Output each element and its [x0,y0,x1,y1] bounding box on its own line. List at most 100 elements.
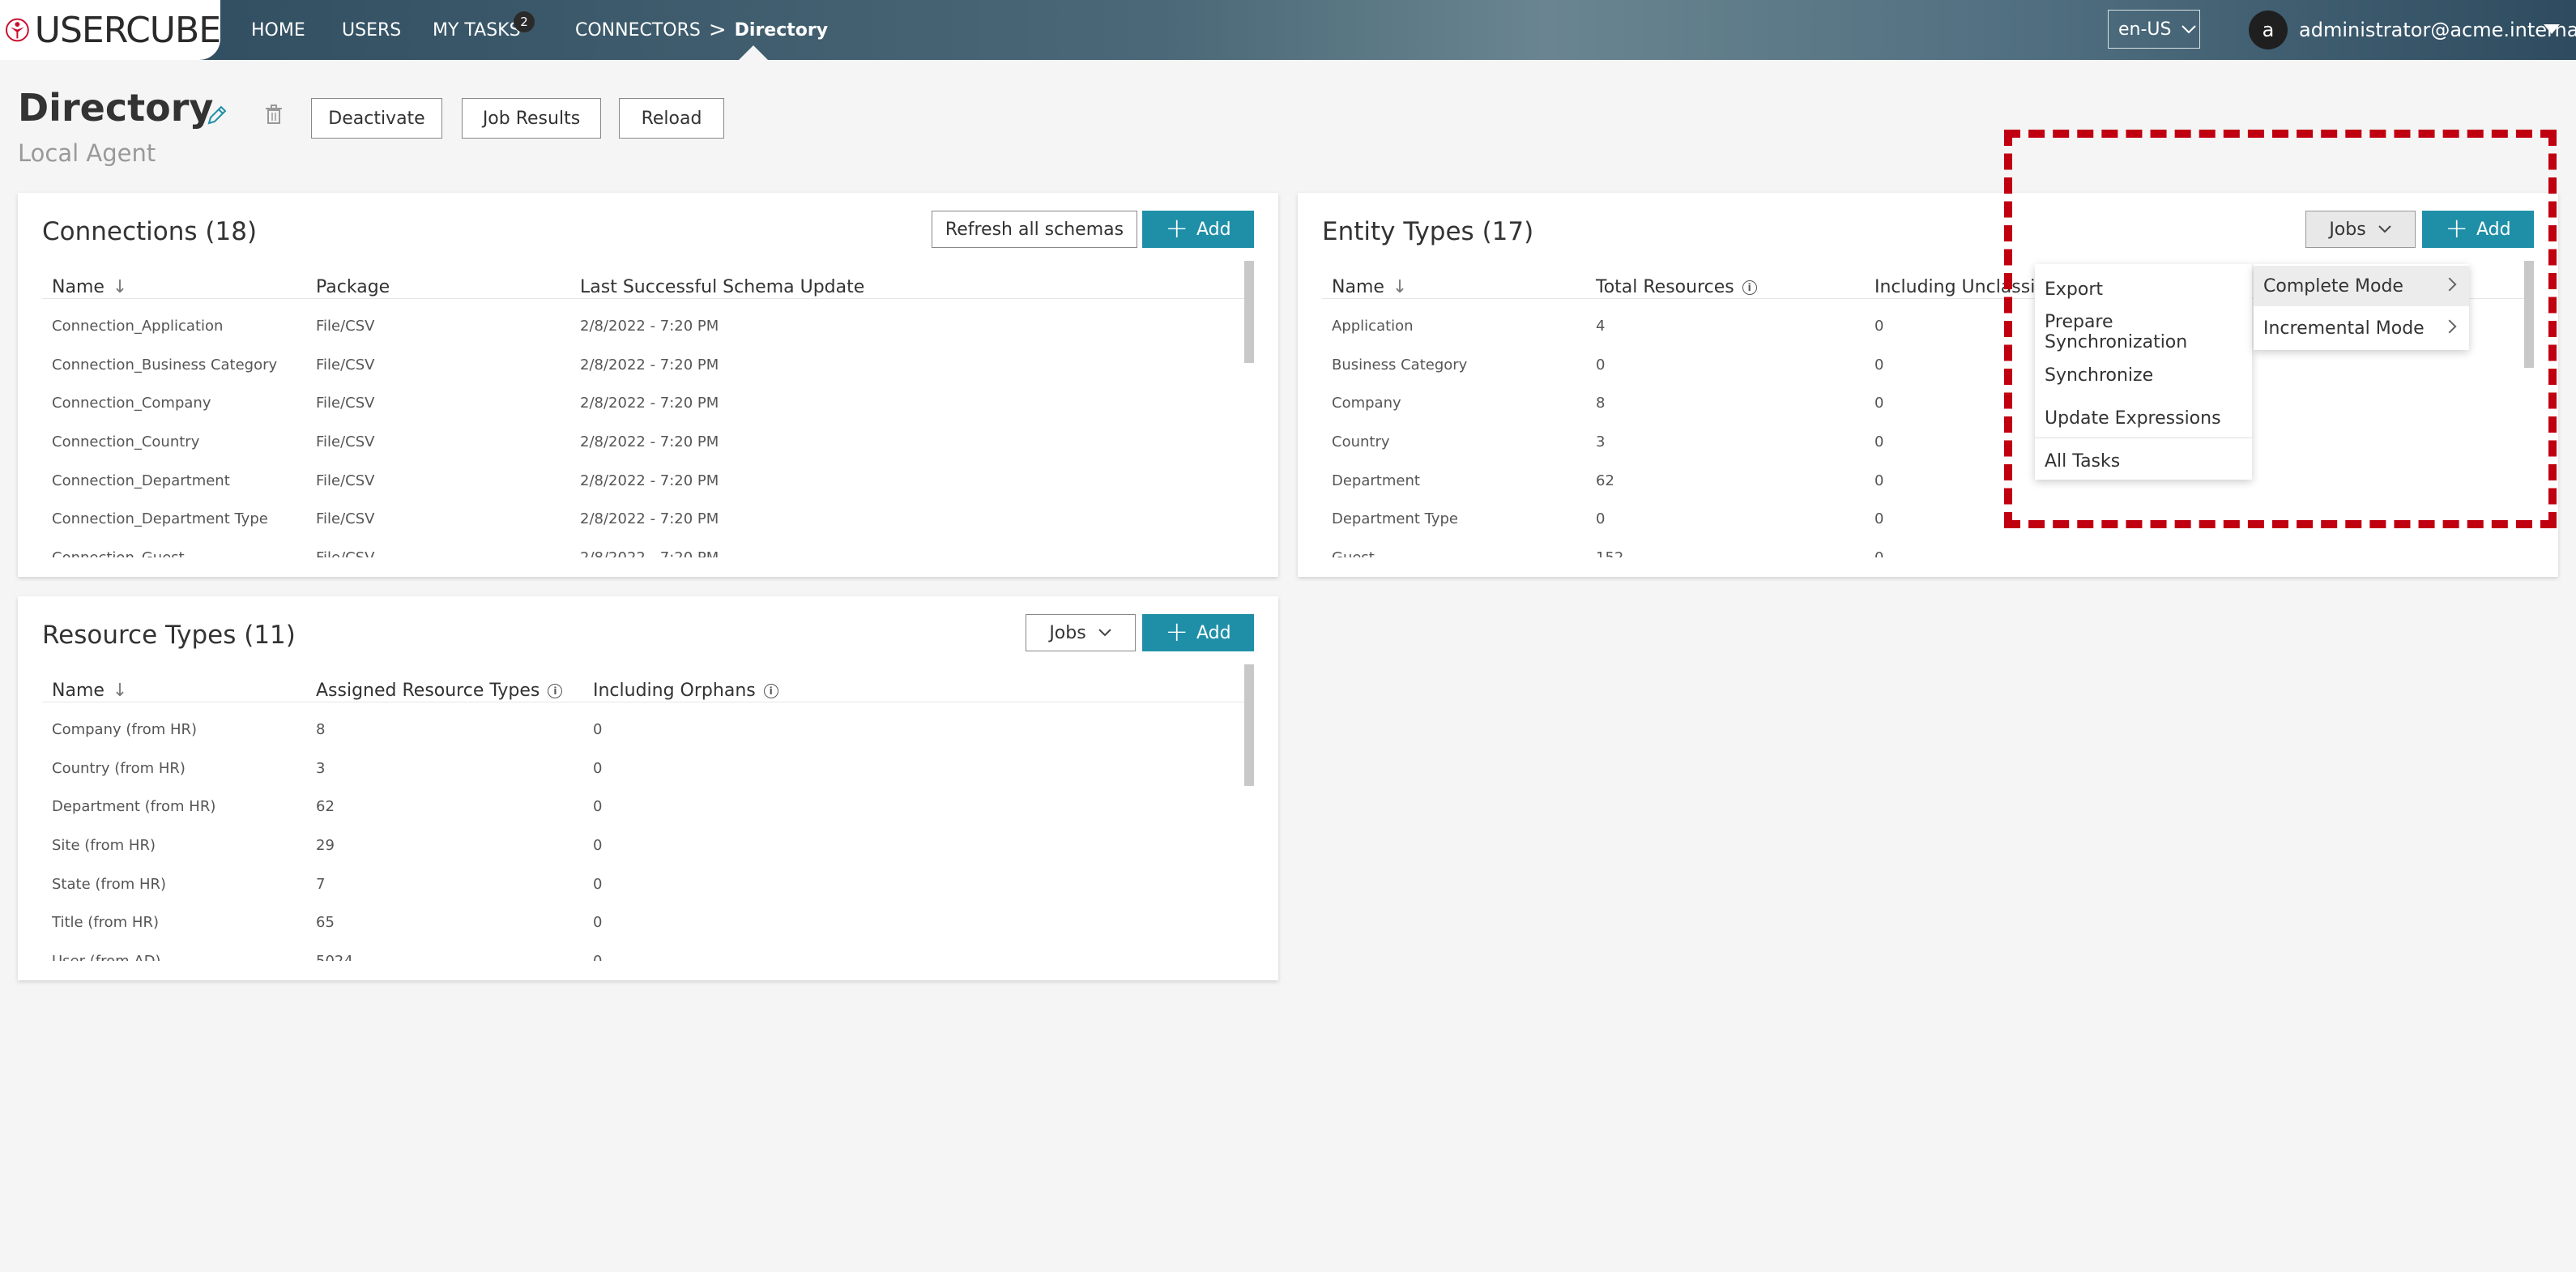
add-connection-button[interactable]: + Add [1142,211,1254,248]
table-cell: 8 [1596,395,1606,412]
table-cell: File/CSV [316,395,375,412]
info-icon[interactable]: i [1742,280,1757,295]
reload-button[interactable]: Reload [619,98,724,139]
top-navigation-bar: USERCUBE HOME USERS MY TASKS 2 CONNECTOR… [0,0,2576,60]
table-cell: File/CSV [316,510,375,527]
connections-list: Connection_Application File/CSV 2/8/2022… [18,300,1233,557]
avatar[interactable]: a [2249,11,2288,49]
breadcrumb-separator: > [708,18,727,42]
plus-icon: + [1165,211,1188,245]
table-row[interactable]: Connection_Business Category [52,356,277,373]
nav-current-directory[interactable]: Directory [735,20,828,41]
breadcrumb: CONNECTORS > Directory [575,0,828,60]
table-row[interactable]: Department (from HR) [52,798,215,815]
language-value: en-US [2118,19,2172,40]
add-resource-type-button[interactable]: + Add [1142,614,1254,651]
table-cell: 2/8/2022 - 7:20 PM [580,433,719,450]
active-nav-indicator [739,45,768,60]
deactivate-button[interactable]: Deactivate [311,98,442,139]
table-row[interactable]: Department [1332,472,1420,489]
info-icon[interactable]: i [763,683,778,698]
column-header-total-resources[interactable]: Total Resources i [1596,277,1757,297]
usercube-logo[interactable]: USERCUBE [0,0,221,60]
table-row[interactable]: Connection_Application [52,318,223,335]
refresh-all-schemas-button[interactable]: Refresh all schemas [932,211,1137,248]
table-cell: File/CSV [316,549,375,557]
user-menu-caret-icon[interactable] [2544,24,2560,34]
column-header-name[interactable]: Name ↓ [52,681,127,701]
resource-types-scrollbar[interactable] [1244,664,1254,786]
connections-card: Connections (18) Refresh all schemas + A… [18,193,1278,577]
my-tasks-badge: 2 [514,11,535,32]
table-cell: 2/8/2022 - 7:20 PM [580,510,719,527]
logo-text: USERCUBE [34,9,221,51]
table-row[interactable]: Guest [1332,549,1375,557]
table-row[interactable]: Connection_Department [52,472,230,489]
table-cell: 2/8/2022 - 7:20 PM [580,318,719,335]
jobs-label: Jobs [1049,622,1086,643]
table-row[interactable]: Title (from HR) [52,914,159,931]
column-header-package[interactable]: Package [316,277,390,297]
table-cell: 0 [1596,356,1606,373]
table-row[interactable]: Connection_Guest [52,549,185,557]
column-header-including-orphans[interactable]: Including Orphans i [593,681,778,701]
job-results-button[interactable]: Job Results [462,98,601,139]
table-row[interactable]: Connection_Department Type [52,510,268,527]
column-header-name[interactable]: Name ↓ [1332,277,1407,297]
pencil-icon[interactable] [204,102,230,128]
table-cell: 29 [316,837,335,854]
table-cell: File/CSV [316,433,375,450]
table-row[interactable]: Department Type [1332,510,1458,527]
table-cell: 4 [1596,318,1606,335]
table-cell: 0 [593,798,603,815]
table-row[interactable]: Company [1332,395,1401,412]
column-header-name[interactable]: Name ↓ [52,277,127,297]
table-cell: 2/8/2022 - 7:20 PM [580,356,719,373]
resource-types-title: Resource Types (11) [42,621,296,650]
table-row[interactable]: State (from HR) [52,876,166,893]
sort-down-icon: ↓ [112,681,128,701]
table-cell: 0 [1596,510,1606,527]
info-icon[interactable]: i [548,683,563,698]
table-cell: 8 [316,721,326,738]
table-row[interactable]: User (from AD) [52,953,161,961]
chevron-down-icon [1098,629,1111,637]
highlight-annotation [2004,130,2557,528]
table-cell: 0 [593,837,603,854]
add-label: Add [1196,622,1231,643]
add-label: Add [1196,219,1231,240]
language-select[interactable]: en-US [2108,10,2200,49]
user-email[interactable]: administrator@acme.internal [2299,0,2576,60]
trash-icon[interactable] [261,102,287,128]
table-row[interactable]: Connection_Country [52,433,199,450]
table-cell: 2/8/2022 - 7:20 PM [580,472,719,489]
table-cell: 0 [1874,433,1884,450]
table-cell: 0 [1874,395,1884,412]
table-cell: 0 [1874,318,1884,335]
table-cell: 3 [316,760,326,777]
nav-my-tasks[interactable]: MY TASKS [433,0,521,60]
nav-home[interactable]: HOME [251,0,305,60]
chevron-down-icon [2181,25,2197,34]
table-cell: 3 [1596,433,1606,450]
table-cell: 65 [316,914,335,931]
table-cell: 62 [316,798,335,815]
table-row[interactable]: Connection_Company [52,395,211,412]
table-cell: 0 [1874,472,1884,489]
connections-scrollbar[interactable] [1244,261,1254,363]
table-cell: 0 [593,721,603,738]
plus-icon: + [1165,615,1188,648]
table-row[interactable]: Application [1332,318,1414,335]
table-row[interactable]: Country [1332,433,1390,450]
entity-types-title: Entity Types (17) [1322,217,1534,246]
table-row[interactable]: Site (from HR) [52,837,156,854]
column-header-last-schema-update[interactable]: Last Successful Schema Update [580,277,864,297]
column-header-assigned-resource-types[interactable]: Assigned Resource Types i [316,681,563,701]
table-cell: File/CSV [316,356,375,373]
table-row[interactable]: Business Category [1332,356,1467,373]
table-row[interactable]: Country (from HR) [52,760,186,777]
table-row[interactable]: Company (from HR) [52,721,197,738]
nav-users[interactable]: USERS [342,0,401,60]
resource-types-jobs-button[interactable]: Jobs [1026,614,1136,651]
nav-connectors[interactable]: CONNECTORS [575,20,701,41]
